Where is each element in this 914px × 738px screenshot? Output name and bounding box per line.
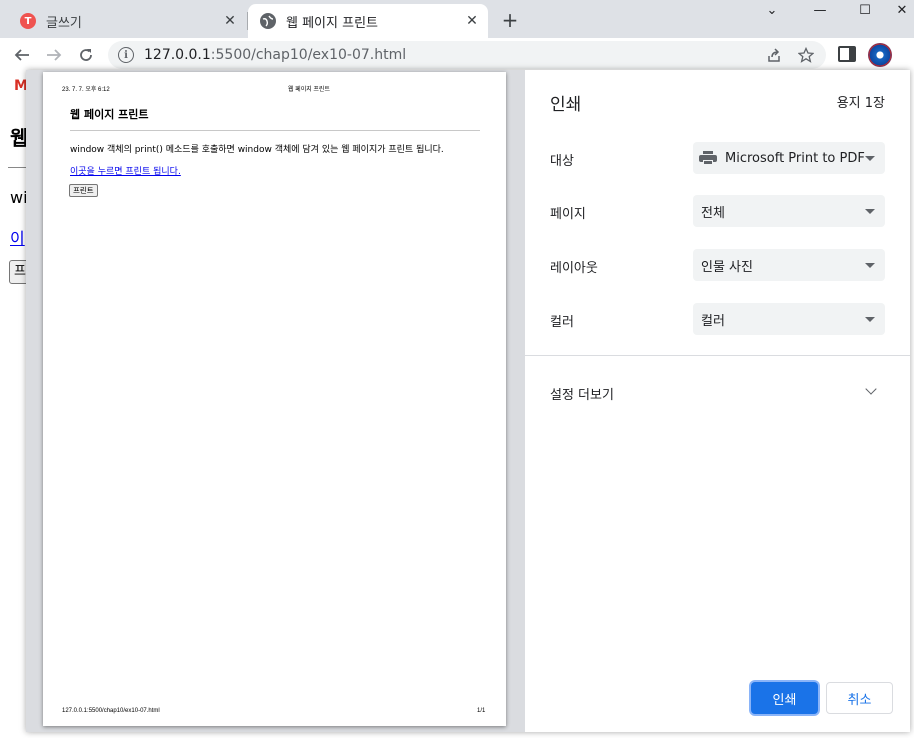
back-arrow-icon [14, 49, 29, 61]
preview-doc-text: window 객체의 print() 메소드를 호출하면 window 객체에 … [70, 145, 444, 155]
page-print-button[interactable]: 프 [9, 260, 26, 284]
page-behind: M 웹 wi 이 프 [0, 72, 26, 738]
tab-write[interactable]: T 글쓰기 ✕ [8, 4, 246, 38]
share-icon[interactable] [762, 43, 786, 67]
pages-select[interactable]: 전체 [693, 195, 885, 227]
gmail-bookmark-icon[interactable]: M [14, 78, 26, 94]
dropdown-arrow-icon [865, 208, 875, 214]
sheet-count: 용지 1장 [836, 96, 885, 111]
page-text: wi [10, 188, 26, 207]
dropdown-arrow-icon [865, 262, 875, 268]
close-tab-icon[interactable]: ✕ [462, 11, 482, 31]
chevron-down-icon [865, 383, 877, 395]
preview-footer-page: 1/1 [477, 708, 486, 714]
print-preview-area: 23. 7. 7. 오후 6:12 웹 페이지 프린트 웹 페이지 프린트 wi… [26, 70, 525, 732]
page-link[interactable]: 이 [10, 225, 25, 249]
reload-icon [80, 49, 92, 61]
preview-header-date: 23. 7. 7. 오후 6:12 [62, 87, 110, 93]
preview-page: 23. 7. 7. 오후 6:12 웹 페이지 프린트 웹 페이지 프린트 wi… [43, 72, 506, 726]
browser-toolbar: i 127.0.0.1:5500/chap10/ex10-07.html [0, 38, 914, 72]
more-settings-label: 설정 더보기 [550, 388, 614, 403]
close-window-button[interactable]: ✕ [890, 0, 914, 20]
pages-label: 페이지 [550, 207, 586, 222]
back-button[interactable] [10, 43, 34, 67]
page-divider [8, 167, 26, 168]
bookmark-star-icon[interactable] [794, 43, 818, 67]
layout-select[interactable]: 인물 사진 [693, 249, 885, 281]
print-dialog: 23. 7. 7. 오후 6:12 웹 페이지 프린트 웹 페이지 프린트 wi… [26, 70, 910, 732]
layout-value: 인물 사진 [701, 259, 753, 275]
pages-row: 페이지 전체 [525, 195, 910, 227]
color-value: 컬러 [701, 313, 725, 329]
new-tab-button[interactable]: + [498, 8, 522, 32]
printer-icon [699, 151, 717, 165]
minimize-button[interactable]: — [800, 0, 840, 20]
settings-divider [525, 355, 910, 356]
color-row: 컬러 컬러 [525, 303, 910, 335]
destination-row: 대상 Microsoft Print to PDF [525, 142, 910, 174]
side-panel-icon[interactable] [838, 46, 856, 62]
tab-title: 웹 페이지 프린트 [286, 15, 378, 31]
pages-value: 전체 [701, 205, 725, 221]
color-label: 컬러 [550, 315, 574, 330]
preview-doc-button: 프린트 [69, 184, 98, 197]
forward-button[interactable] [42, 43, 66, 67]
forward-arrow-icon [47, 49, 62, 61]
reload-button[interactable] [74, 43, 98, 67]
preview-footer-url: 127.0.0.1:5500/chap10/ex10-07.html [62, 708, 160, 714]
cancel-button[interactable]: 취소 [826, 682, 893, 714]
profile-avatar[interactable] [868, 43, 892, 67]
tab-title: 글쓰기 [46, 15, 82, 31]
print-button[interactable]: 인쇄 [751, 682, 818, 714]
layout-row: 레이아웃 인물 사진 [525, 249, 910, 281]
page-heading: 웹 [10, 126, 26, 150]
tab-strip: T 글쓰기 ✕ 웹 페이지 프린트 ✕ + ⌄ — ☐ ✕ [0, 0, 914, 38]
preview-doc-title: 웹 페이지 프린트 [70, 108, 149, 121]
maximize-button[interactable]: ☐ [845, 0, 885, 20]
more-settings-toggle[interactable]: 설정 더보기 [525, 375, 910, 409]
close-tab-icon[interactable]: ✕ [220, 11, 240, 31]
tab-search-icon[interactable]: ⌄ [752, 0, 792, 20]
color-select[interactable]: 컬러 [693, 303, 885, 335]
dropdown-arrow-icon [865, 155, 875, 161]
address-bar[interactable]: i 127.0.0.1:5500/chap10/ex10-07.html [108, 41, 826, 69]
globe-icon [260, 13, 276, 29]
dropdown-arrow-icon [865, 316, 875, 322]
print-settings-panel: 인쇄 용지 1장 대상 Microsoft Print to PDF 페이지 전… [525, 70, 910, 732]
info-icon[interactable]: i [118, 47, 134, 63]
layout-label: 레이아웃 [550, 261, 598, 276]
destination-value: Microsoft Print to PDF [725, 150, 865, 166]
url-text[interactable]: 127.0.0.1:5500/chap10/ex10-07.html [144, 47, 762, 63]
tistory-icon: T [20, 13, 36, 29]
preview-header-title: 웹 페이지 프린트 [288, 87, 330, 93]
print-dialog-title: 인쇄 [550, 95, 582, 115]
preview-doc-link: 이곳을 누르면 프린트 됩니다. [70, 167, 181, 177]
tab-web-page-print[interactable]: 웹 페이지 프린트 ✕ [248, 4, 488, 38]
preview-divider [70, 130, 480, 131]
destination-select[interactable]: Microsoft Print to PDF [693, 142, 885, 174]
destination-label: 대상 [550, 154, 574, 169]
